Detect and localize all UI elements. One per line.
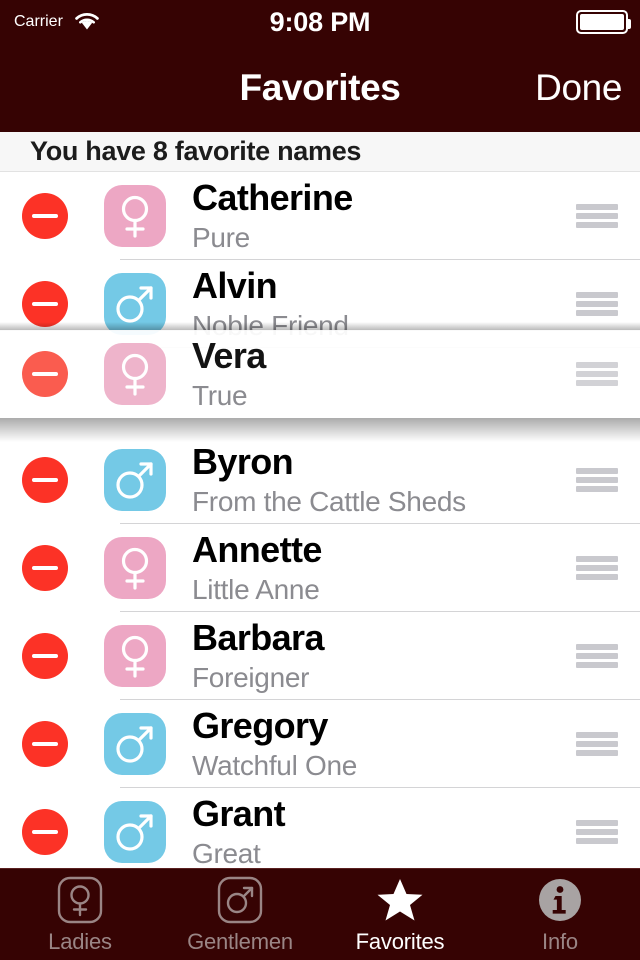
status-bar-time: 9:08 PM	[269, 6, 371, 37]
name-label: Grant	[192, 793, 286, 834]
minus-circle-icon[interactable]	[22, 633, 68, 679]
minus-circle-icon[interactable]	[22, 721, 68, 767]
tab-info[interactable]: Info	[480, 869, 640, 960]
name-label: Vera	[192, 335, 266, 376]
meaning-label: Foreigner	[192, 662, 310, 693]
name-label: Catherine	[192, 177, 353, 218]
meaning-label: Great	[192, 838, 261, 868]
dragged-table-row[interactable]: Vera True	[0, 330, 640, 418]
venus-icon	[104, 625, 166, 687]
row-text-group: Annette Little Anne	[192, 529, 322, 607]
row-text-group: Barbara Foreigner	[192, 617, 324, 695]
favorites-list[interactable]: CatherinePureAlvinNoble FriendByronFrom …	[0, 172, 640, 868]
tab-label: Favorites	[355, 928, 445, 954]
info-circle-icon	[537, 875, 583, 925]
name-label: Alvin	[192, 265, 278, 306]
name-label: Annette	[192, 529, 322, 570]
navigation-bar: Favorites Done	[0, 44, 640, 132]
reorder-handle-icon[interactable]	[576, 204, 618, 228]
row-text-group: Gregory Watchful One	[192, 705, 357, 783]
mars-icon	[104, 713, 166, 775]
venus-icon	[104, 343, 166, 405]
battery-nub	[627, 19, 631, 29]
name-label: Byron	[192, 441, 294, 482]
section-header-label: You have 8 favorite names	[30, 136, 362, 166]
venus-icon	[104, 537, 166, 599]
tab-label: Ladies	[48, 928, 112, 954]
table-row[interactable]: Catherine Pure	[0, 172, 640, 260]
table-row[interactable]: Gregory Watchful One	[0, 700, 640, 788]
star-icon	[375, 875, 425, 925]
reorder-handle-icon[interactable]	[576, 820, 618, 844]
drag-shadow-bottom	[0, 418, 640, 442]
tab-ladies[interactable]: Ladies	[0, 869, 160, 960]
reorder-handle-icon[interactable]	[576, 556, 618, 580]
minus-circle-icon[interactable]	[22, 193, 68, 239]
minus-circle-icon[interactable]	[22, 457, 68, 503]
venus-icon	[104, 185, 166, 247]
tab-label: Info	[542, 928, 578, 954]
reorder-handle-icon[interactable]	[576, 732, 618, 756]
table-row[interactable]: Barbara Foreigner	[0, 612, 640, 700]
section-header: You have 8 favorite names	[0, 132, 640, 172]
status-bar-right	[576, 0, 631, 44]
battery-full-icon	[576, 10, 631, 34]
status-bar: Carrier 9:08 PM	[0, 0, 640, 44]
mars-icon	[104, 801, 166, 863]
tab-gentlemen[interactable]: Gentlemen	[160, 869, 320, 960]
mars-outline-icon	[217, 875, 263, 925]
venus-outline-icon	[57, 875, 103, 925]
tab-bar: Ladies Gentlemen Favorites Info	[0, 868, 640, 960]
mars-icon	[104, 449, 166, 511]
row-text-group: Catherine Pure	[192, 177, 353, 255]
tab-favorites[interactable]: Favorites	[320, 869, 480, 960]
name-label: Barbara	[192, 617, 324, 658]
battery-fill	[580, 14, 624, 30]
app-screen: Carrier 9:08 PM Favorites Done You have …	[0, 0, 640, 960]
name-label: Gregory	[192, 705, 328, 746]
reorder-handle-icon[interactable]	[576, 362, 618, 386]
reorder-handle-icon[interactable]	[576, 292, 618, 316]
meaning-label: Pure	[192, 222, 250, 253]
row-text-group: Grant Great	[192, 793, 286, 868]
row-text-group: Byron From the Cattle Sheds	[192, 441, 466, 519]
row-text-group: Vera True	[192, 335, 266, 413]
meaning-label: True	[192, 380, 248, 411]
meaning-label: Little Anne	[192, 574, 320, 605]
table-row[interactable]: Annette Little Anne	[0, 524, 640, 612]
table-row[interactable]: Grant Great	[0, 788, 640, 868]
meaning-label: Watchful One	[192, 750, 357, 781]
table-row[interactable]: Byron From the Cattle Sheds	[0, 436, 640, 524]
minus-circle-icon[interactable]	[22, 351, 68, 397]
tab-label: Gentlemen	[187, 928, 293, 954]
minus-circle-icon[interactable]	[22, 281, 68, 327]
reorder-handle-icon[interactable]	[576, 644, 618, 668]
minus-circle-icon[interactable]	[22, 809, 68, 855]
minus-circle-icon[interactable]	[22, 545, 68, 591]
meaning-label: From the Cattle Sheds	[192, 486, 466, 517]
reorder-handle-icon[interactable]	[576, 468, 618, 492]
done-button[interactable]: Done	[535, 44, 622, 132]
